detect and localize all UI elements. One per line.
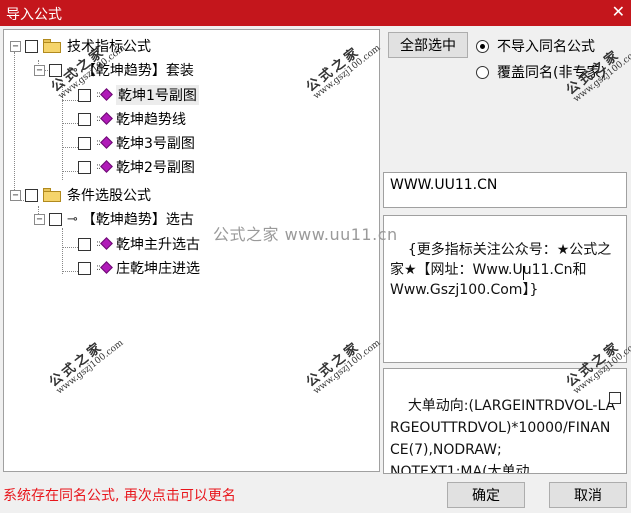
formula-icon: ::	[96, 261, 113, 275]
select-all-button[interactable]: 全部选中	[388, 32, 468, 58]
key-icon: ⊸	[67, 62, 78, 78]
title-bar: 导入公式 ✕	[0, 0, 631, 26]
tree-group-stock-picking[interactable]: − 条件选股公式	[10, 184, 151, 206]
formula-icon: ::	[96, 237, 113, 251]
tree-item[interactable]: :: 乾坤2号副图	[78, 156, 195, 178]
preview-checkbox[interactable]	[609, 392, 621, 404]
tree-item-label: 乾坤2号副图	[116, 160, 195, 176]
tree-item-label: 乾坤3号副图	[116, 136, 195, 152]
description-box[interactable]: {更多指标关注公众号：★公式之家★【网址：Www.Uu11.Cn和Www.Gsz…	[383, 215, 627, 363]
tree-item[interactable]: :: 乾坤3号副图	[78, 132, 195, 154]
tree-item-label: 庄乾坤庄进选	[116, 261, 200, 277]
status-message: 系统存在同名公式, 再次点击可以更名	[3, 488, 236, 504]
tree-item-label: 乾坤主升选古	[116, 237, 200, 253]
tree-group-label: 条件选股公式	[67, 188, 151, 204]
tree-checkbox[interactable]	[78, 136, 91, 150]
radio-dot[interactable]	[476, 39, 489, 53]
tree-suite-qiankun-select[interactable]: − ⊸ 【乾坤趋势】选古	[34, 208, 194, 230]
collapse-icon[interactable]: −	[10, 40, 21, 52]
collapse-icon[interactable]: −	[34, 213, 45, 225]
key-icon: ⊸	[67, 211, 78, 227]
close-icon[interactable]: ✕	[612, 2, 625, 21]
tree-suite-qiankun[interactable]: − ⊸ 【乾坤趋势】套装	[34, 59, 194, 81]
cancel-button[interactable]: 取消	[549, 482, 627, 508]
ok-button[interactable]: 确定	[447, 482, 525, 508]
radio-dot[interactable]	[476, 65, 489, 79]
tree-group-label: 技术指标公式	[67, 39, 151, 55]
import-formula-dialog: − 技术指标公式 − ⊸ 【乾坤趋势】套装 :: 乾坤1号副图 :: 乾坤趋势线…	[0, 26, 631, 513]
code-preview-box[interactable]: 大单动向:(LARGEINTRDVOL-LARGEOUTTRDVOL)*1000…	[383, 368, 627, 474]
radio-label: 不导入同名公式	[497, 39, 595, 55]
window-title: 导入公式	[6, 7, 62, 23]
tree-checkbox[interactable]	[25, 39, 38, 53]
formula-icon: ::	[96, 88, 113, 102]
tree-item[interactable]: :: 乾坤1号副图	[78, 84, 199, 106]
tree-suite-label: 【乾坤趋势】套装	[81, 63, 194, 79]
tree-checkbox[interactable]	[78, 88, 91, 102]
folder-icon	[43, 39, 61, 53]
tree-checkbox[interactable]	[78, 112, 91, 126]
formula-tree[interactable]: − 技术指标公式 − ⊸ 【乾坤趋势】套装 :: 乾坤1号副图 :: 乾坤趋势线…	[3, 29, 380, 472]
tree-checkbox[interactable]	[78, 237, 91, 251]
tree-checkbox[interactable]	[25, 188, 38, 202]
tree-checkbox[interactable]	[49, 63, 62, 77]
tree-suite-label: 【乾坤趋势】选古	[81, 212, 194, 228]
url-text: WWW.UU11.CN	[390, 177, 498, 193]
radio-skip-duplicate[interactable]: 不导入同名公式	[476, 36, 595, 56]
tree-checkbox[interactable]	[49, 212, 62, 226]
tree-item[interactable]: :: 庄乾坤庄进选	[78, 257, 200, 279]
formula-icon: ::	[96, 136, 113, 150]
tree-checkbox[interactable]	[78, 160, 91, 174]
tree-group-technical[interactable]: − 技术指标公式	[10, 35, 151, 57]
collapse-icon[interactable]: −	[10, 189, 21, 201]
description-text: {更多指标关注公众号：★公式之家★【网址：Www.Uu11.Cn和Www.Gsz…	[390, 242, 612, 298]
tree-item[interactable]: :: 乾坤主升选古	[78, 233, 200, 255]
folder-icon	[43, 188, 61, 202]
formula-icon: ::	[96, 160, 113, 174]
url-field[interactable]: WWW.UU11.CN	[383, 172, 627, 208]
text-caret	[523, 266, 524, 280]
formula-icon: ::	[96, 112, 113, 126]
radio-label: 覆盖同名(非专家)	[497, 65, 606, 81]
tree-item-label: 乾坤趋势线	[116, 112, 186, 128]
code-preview-text: 大单动向:(LARGEINTRDVOL-LARGEOUTTRDVOL)*1000…	[390, 398, 616, 474]
collapse-icon[interactable]: −	[34, 64, 45, 76]
radio-overwrite-duplicate[interactable]: 覆盖同名(非专家)	[476, 62, 606, 82]
tree-item-label: 乾坤1号副图	[116, 85, 199, 105]
tree-item[interactable]: :: 乾坤趋势线	[78, 108, 186, 130]
tree-checkbox[interactable]	[78, 261, 91, 275]
